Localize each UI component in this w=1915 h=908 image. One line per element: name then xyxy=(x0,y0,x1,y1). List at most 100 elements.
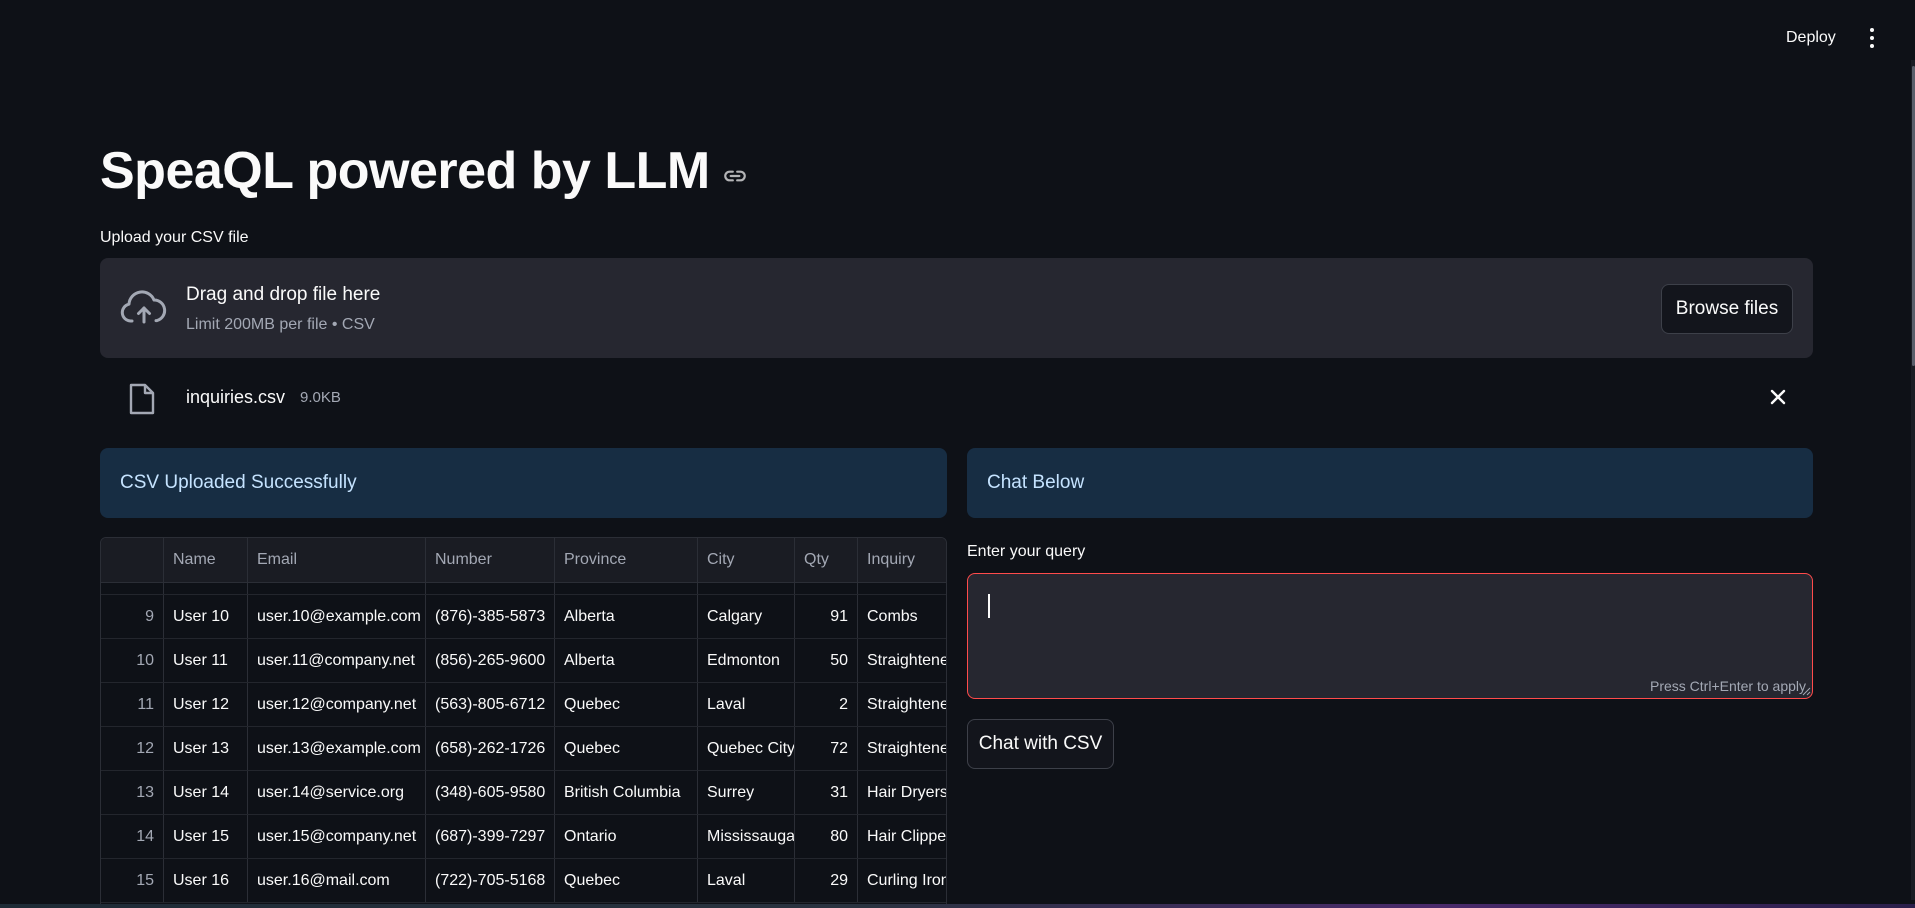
table-cell-row-index[interactable]: 14 xyxy=(101,815,164,858)
table-cell-province[interactable]: Quebec xyxy=(555,859,698,902)
table-row[interactable]: 10 User 11 user.11@company.net (856)-265-96… xyxy=(101,639,946,683)
table-cell-city[interactable]: Laval xyxy=(698,859,795,902)
uploaded-file-item: inquiries.csv 9.0KB xyxy=(100,376,1813,420)
page-title: SpeaQL powered by LLM xyxy=(100,138,748,204)
uploaded-file-name: inquiries.csv xyxy=(186,387,286,407)
table-cell-name[interactable]: User 12 xyxy=(164,683,248,726)
text-caret xyxy=(988,594,990,618)
table-row[interactable]: 9 User 10 user.10@example.com (876)-385-587… xyxy=(101,595,946,639)
table-cell-name[interactable]: User 10 xyxy=(164,595,248,638)
table-cell-province[interactable]: Quebec xyxy=(555,727,698,770)
main-menu-button[interactable] xyxy=(1858,22,1886,54)
table-cell-inquiry[interactable]: Hair Dryers xyxy=(858,771,946,814)
vertical-ellipsis-icon xyxy=(1870,28,1874,32)
table-row[interactable]: 13 User 14 user.14@service.org (348)-605-95… xyxy=(101,771,946,815)
query-hint: Press Ctrl+Enter to apply xyxy=(1650,678,1807,694)
table-cell-province[interactable]: Alberta xyxy=(555,595,698,638)
table-body: 8User 9user.9@mail.com(552)-543-2330Albe… xyxy=(101,551,946,903)
table-cell-number[interactable]: (722)-705-5168 xyxy=(426,859,555,902)
query-label: Enter your query xyxy=(967,543,1086,560)
uploader-label: Upload your CSV file xyxy=(100,229,249,246)
page-title-text: SpeaQL powered by LLM xyxy=(100,142,710,200)
table-cell-row-index[interactable]: 13 xyxy=(101,771,164,814)
table-cell-qty[interactable]: 80 xyxy=(795,815,858,858)
table-cell-province[interactable]: British Columbia xyxy=(555,771,698,814)
table-cell-row-index[interactable]: 11 xyxy=(101,683,164,726)
table-cell-email[interactable]: user.16@mail.com xyxy=(248,859,426,902)
table-header-row: Name Email Number Province City Qty Inquiry xyxy=(101,538,946,583)
uploaded-file-size: 9.0KB xyxy=(300,389,341,406)
file-icon xyxy=(129,383,155,415)
table-cell-name[interactable]: User 16 xyxy=(164,859,248,902)
chat-with-csv-button[interactable]: Chat with CSV xyxy=(967,719,1114,769)
table-cell-city[interactable]: Quebec City xyxy=(698,727,795,770)
column-header-email[interactable]: Email xyxy=(248,538,426,582)
table-cell-number[interactable]: (856)-265-9600 xyxy=(426,639,555,682)
cloud-upload-icon xyxy=(120,290,167,324)
table-cell-qty[interactable]: 91 xyxy=(795,595,858,638)
table-cell-inquiry[interactable]: Straightene xyxy=(858,727,946,770)
dropzone-title: Drag and drop file here xyxy=(186,284,381,305)
table-cell-qty[interactable]: 2 xyxy=(795,683,858,726)
upload-success-alert: CSV Uploaded Successfully xyxy=(100,448,947,518)
link-icon[interactable] xyxy=(722,163,748,189)
table-cell-city[interactable]: Laval xyxy=(698,683,795,726)
table-cell-qty[interactable]: 72 xyxy=(795,727,858,770)
column-header-qty[interactable]: Qty xyxy=(795,538,858,582)
table-cell-email[interactable]: user.10@example.com xyxy=(248,595,426,638)
table-cell-row-index[interactable]: 9 xyxy=(101,595,164,638)
file-dropzone[interactable]: Drag and drop file here Limit 200MB per … xyxy=(100,258,1813,358)
deploy-button[interactable]: Deploy xyxy=(1772,22,1850,54)
column-header-province[interactable]: Province xyxy=(555,538,698,582)
table-cell-inquiry[interactable]: Curling Iron xyxy=(858,859,946,902)
table-row[interactable]: 14 User 15 user.15@company.net (687)-399-72… xyxy=(101,815,946,859)
table-cell-name[interactable]: User 11 xyxy=(164,639,248,682)
table-cell-email[interactable]: user.14@service.org xyxy=(248,771,426,814)
table-cell-inquiry[interactable]: Straightene xyxy=(858,639,946,682)
column-header-name[interactable]: Name xyxy=(164,538,248,582)
bottom-status-strip xyxy=(0,904,1915,908)
table-cell-name[interactable]: User 13 xyxy=(164,727,248,770)
table-cell-qty[interactable]: 31 xyxy=(795,771,858,814)
chat-below-alert: Chat Below xyxy=(967,448,1813,518)
csv-data-table[interactable]: NameEmailNumberProvinceCityQtyInquiry 8U… xyxy=(100,537,947,908)
table-cell-city[interactable]: Calgary xyxy=(698,595,795,638)
table-cell-number[interactable]: (658)-262-1726 xyxy=(426,727,555,770)
table-cell-email[interactable]: user.15@company.net xyxy=(248,815,426,858)
table-row[interactable]: 15 User 16 user.16@mail.com (722)-705-5168 Q… xyxy=(101,859,946,903)
table-cell-inquiry[interactable]: Straightene xyxy=(858,683,946,726)
top-toolbar: Deploy xyxy=(0,0,1915,76)
table-cell-number[interactable]: (687)-399-7297 xyxy=(426,815,555,858)
table-cell-province[interactable]: Alberta xyxy=(555,639,698,682)
table-cell-row-index[interactable]: 10 xyxy=(101,639,164,682)
table-cell-email[interactable]: user.13@example.com xyxy=(248,727,426,770)
table-cell-row-index[interactable]: 15 xyxy=(101,859,164,902)
table-cell-number[interactable]: (348)-605-9580 xyxy=(426,771,555,814)
table-cell-number[interactable]: (876)-385-5873 xyxy=(426,595,555,638)
table-cell-email[interactable]: user.12@company.net xyxy=(248,683,426,726)
table-row[interactable]: 12 User 13 user.13@example.com (658)-262-17… xyxy=(101,727,946,771)
table-cell-province[interactable]: Quebec xyxy=(555,683,698,726)
table-cell-city[interactable]: Mississauga xyxy=(698,815,795,858)
table-cell-qty[interactable]: 50 xyxy=(795,639,858,682)
table-cell-province[interactable]: Ontario xyxy=(555,815,698,858)
table-cell-inquiry[interactable]: Hair Clippe xyxy=(858,815,946,858)
table-cell-name[interactable]: User 15 xyxy=(164,815,248,858)
table-cell-qty[interactable]: 29 xyxy=(795,859,858,902)
table-cell-inquiry[interactable]: Combs xyxy=(858,595,946,638)
resize-handle-icon[interactable] xyxy=(1801,686,1811,696)
table-row[interactable]: 11 User 12 user.12@company.net (563)-805-67… xyxy=(101,683,946,727)
table-cell-city[interactable]: Surrey xyxy=(698,771,795,814)
table-cell-city[interactable]: Edmonton xyxy=(698,639,795,682)
column-header-inquiry[interactable]: Inquiry xyxy=(858,538,946,582)
close-icon[interactable] xyxy=(1767,386,1789,408)
dropzone-limit-text: Limit 200MB per file • CSV xyxy=(186,316,375,333)
column-header-row-index[interactable] xyxy=(101,538,164,582)
table-cell-row-index[interactable]: 12 xyxy=(101,727,164,770)
table-cell-name[interactable]: User 14 xyxy=(164,771,248,814)
column-header-number[interactable]: Number xyxy=(426,538,555,582)
browse-files-button[interactable]: Browse files xyxy=(1661,284,1793,334)
table-cell-number[interactable]: (563)-805-6712 xyxy=(426,683,555,726)
table-cell-email[interactable]: user.11@company.net xyxy=(248,639,426,682)
column-header-city[interactable]: City xyxy=(698,538,795,582)
